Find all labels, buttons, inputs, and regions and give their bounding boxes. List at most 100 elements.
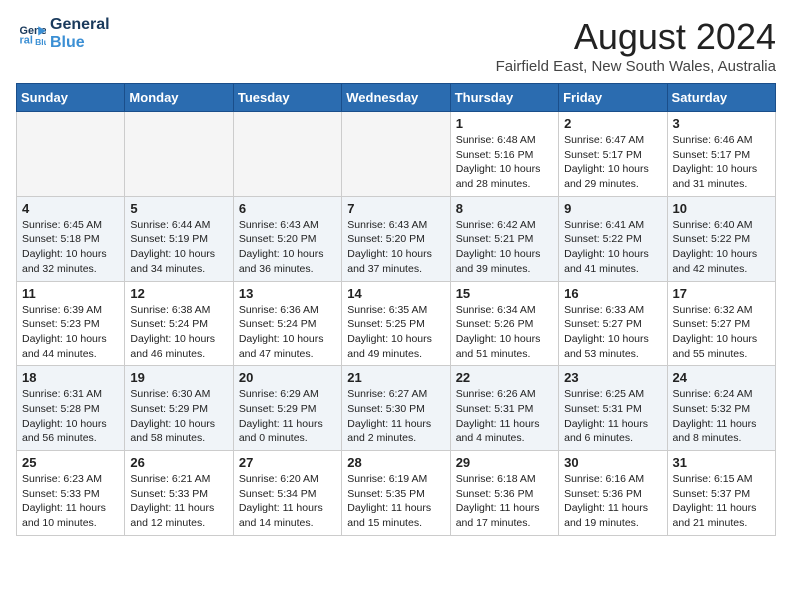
calendar-day-cell: 17Sunrise: 6:32 AM Sunset: 5:27 PM Dayli… xyxy=(667,281,775,366)
day-number: 7 xyxy=(347,201,444,216)
day-number: 23 xyxy=(564,370,661,385)
calendar-day-cell: 24Sunrise: 6:24 AM Sunset: 5:32 PM Dayli… xyxy=(667,366,775,451)
day-number: 13 xyxy=(239,286,336,301)
day-info: Sunrise: 6:46 AM Sunset: 5:17 PM Dayligh… xyxy=(673,133,770,192)
day-number: 30 xyxy=(564,455,661,470)
logo-icon: Gene ral Blue xyxy=(18,20,46,48)
calendar-day-cell: 14Sunrise: 6:35 AM Sunset: 5:25 PM Dayli… xyxy=(342,281,450,366)
day-info: Sunrise: 6:38 AM Sunset: 5:24 PM Dayligh… xyxy=(130,303,227,362)
location: Fairfield East, New South Wales, Austral… xyxy=(496,58,776,75)
calendar-day-cell: 28 Sunrise: 6:19 AM Sunset: 5:35 PM Dayli… xyxy=(342,451,450,536)
day-number: 25 xyxy=(22,455,119,470)
weekday-header-thursday: Thursday xyxy=(450,84,558,112)
calendar-day-cell: 26 Sunrise: 6:21 AM Sunset: 5:33 PM Dayli… xyxy=(125,451,233,536)
day-number: 11 xyxy=(22,286,119,301)
month-year: August 2024 xyxy=(496,16,776,58)
calendar-day-cell: 19Sunrise: 6:30 AM Sunset: 5:29 PM Dayli… xyxy=(125,366,233,451)
calendar-table: SundayMondayTuesdayWednesdayThursdayFrid… xyxy=(16,83,776,536)
day-info: Sunrise: 6:30 AM Sunset: 5:29 PM Dayligh… xyxy=(130,387,227,446)
calendar-day-cell: 15 Sunrise: 6:34 AM Sunset: 5:26 PM Dayli… xyxy=(450,281,558,366)
day-number: 18 xyxy=(22,370,119,385)
day-number: 8 xyxy=(456,201,553,216)
weekday-header-sunday: Sunday xyxy=(17,84,125,112)
day-number: 29 xyxy=(456,455,553,470)
day-number: 27 xyxy=(239,455,336,470)
day-number: 21 xyxy=(347,370,444,385)
calendar-week-row: 11 Sunrise: 6:39 AM Sunset: 5:23 PM Dayli… xyxy=(17,281,776,366)
calendar-week-row: 18 Sunrise: 6:31 AM Sunset: 5:28 PM Dayli… xyxy=(17,366,776,451)
svg-text:Blue: Blue xyxy=(35,36,46,46)
calendar-day-cell xyxy=(233,112,341,197)
day-number: 9 xyxy=(564,201,661,216)
logo-line1: General xyxy=(50,16,110,33)
day-number: 15 xyxy=(456,286,553,301)
day-info: Sunrise: 6:41 AM Sunset: 5:22 PM Dayligh… xyxy=(564,218,661,277)
day-info: Sunrise: 6:36 AM Sunset: 5:24 PM Dayligh… xyxy=(239,303,336,362)
calendar-day-cell: 2 Sunrise: 6:47 AM Sunset: 5:17 PM Daylig… xyxy=(559,112,667,197)
day-number: 24 xyxy=(673,370,770,385)
day-info: Sunrise: 6:47 AM Sunset: 5:17 PM Dayligh… xyxy=(564,133,661,192)
day-number: 16 xyxy=(564,286,661,301)
day-number: 5 xyxy=(130,201,227,216)
day-number: 10 xyxy=(673,201,770,216)
calendar-day-cell: 7Sunrise: 6:43 AM Sunset: 5:20 PM Daylig… xyxy=(342,196,450,281)
day-info: Sunrise: 6:31 AM Sunset: 5:28 PM Dayligh… xyxy=(22,387,119,446)
weekday-header-friday: Friday xyxy=(559,84,667,112)
svg-text:ral: ral xyxy=(20,34,33,46)
calendar-day-cell: 8 Sunrise: 6:42 AM Sunset: 5:21 PM Daylig… xyxy=(450,196,558,281)
calendar-day-cell xyxy=(125,112,233,197)
day-info: Sunrise: 6:29 AM Sunset: 5:29 PM Dayligh… xyxy=(239,387,336,446)
calendar-day-cell: 29 Sunrise: 6:18 AM Sunset: 5:36 PM Dayli… xyxy=(450,451,558,536)
day-info: Sunrise: 6:23 AM Sunset: 5:33 PM Dayligh… xyxy=(22,472,119,531)
calendar-day-cell: 30 Sunrise: 6:16 AM Sunset: 5:36 PM Dayli… xyxy=(559,451,667,536)
weekday-header-wednesday: Wednesday xyxy=(342,84,450,112)
calendar-day-cell: 31Sunrise: 6:15 AM Sunset: 5:37 PM Dayli… xyxy=(667,451,775,536)
day-info: Sunrise: 6:32 AM Sunset: 5:27 PM Dayligh… xyxy=(673,303,770,362)
calendar-day-cell: 3 Sunrise: 6:46 AM Sunset: 5:17 PM Daylig… xyxy=(667,112,775,197)
day-number: 22 xyxy=(456,370,553,385)
day-info: Sunrise: 6:44 AM Sunset: 5:19 PM Dayligh… xyxy=(130,218,227,277)
logo: Gene ral Blue General Blue xyxy=(16,16,110,51)
day-info: Sunrise: 6:33 AM Sunset: 5:27 PM Dayligh… xyxy=(564,303,661,362)
calendar-day-cell: 12 Sunrise: 6:38 AM Sunset: 5:24 PM Dayli… xyxy=(125,281,233,366)
logo-line2: Blue xyxy=(50,34,85,51)
calendar-day-cell: 18 Sunrise: 6:31 AM Sunset: 5:28 PM Dayli… xyxy=(17,366,125,451)
calendar-week-row: 25 Sunrise: 6:23 AM Sunset: 5:33 PM Dayli… xyxy=(17,451,776,536)
day-info: Sunrise: 6:20 AM Sunset: 5:34 PM Dayligh… xyxy=(239,472,336,531)
calendar-day-cell: 23Sunrise: 6:25 AM Sunset: 5:31 PM Dayli… xyxy=(559,366,667,451)
calendar-day-cell: 25 Sunrise: 6:23 AM Sunset: 5:33 PM Dayli… xyxy=(17,451,125,536)
calendar-day-cell xyxy=(17,112,125,197)
weekday-header-monday: Monday xyxy=(125,84,233,112)
calendar-day-cell: 13 Sunrise: 6:36 AM Sunset: 5:24 PM Dayli… xyxy=(233,281,341,366)
day-number: 28 xyxy=(347,455,444,470)
day-number: 2 xyxy=(564,116,661,131)
day-info: Sunrise: 6:45 AM Sunset: 5:18 PM Dayligh… xyxy=(22,218,119,277)
day-info: Sunrise: 6:21 AM Sunset: 5:33 PM Dayligh… xyxy=(130,472,227,531)
weekday-header-row: SundayMondayTuesdayWednesdayThursdayFrid… xyxy=(17,84,776,112)
calendar-day-cell: 21 Sunrise: 6:27 AM Sunset: 5:30 PM Dayli… xyxy=(342,366,450,451)
day-info: Sunrise: 6:18 AM Sunset: 5:36 PM Dayligh… xyxy=(456,472,553,531)
page-header: Gene ral Blue General Blue August 2024 F… xyxy=(16,16,776,75)
weekday-header-tuesday: Tuesday xyxy=(233,84,341,112)
day-info: Sunrise: 6:27 AM Sunset: 5:30 PM Dayligh… xyxy=(347,387,444,446)
calendar-day-cell: 22Sunrise: 6:26 AM Sunset: 5:31 PM Dayli… xyxy=(450,366,558,451)
calendar-week-row: 4Sunrise: 6:45 AM Sunset: 5:18 PM Daylig… xyxy=(17,196,776,281)
day-info: Sunrise: 6:19 AM Sunset: 5:35 PM Dayligh… xyxy=(347,472,444,531)
calendar-day-cell: 20Sunrise: 6:29 AM Sunset: 5:29 PM Dayli… xyxy=(233,366,341,451)
day-info: Sunrise: 6:42 AM Sunset: 5:21 PM Dayligh… xyxy=(456,218,553,277)
day-info: Sunrise: 6:15 AM Sunset: 5:37 PM Dayligh… xyxy=(673,472,770,531)
title-block: August 2024 Fairfield East, New South Wa… xyxy=(496,16,776,75)
day-number: 3 xyxy=(673,116,770,131)
calendar-day-cell: 27 Sunrise: 6:20 AM Sunset: 5:34 PM Dayli… xyxy=(233,451,341,536)
calendar-day-cell: 6Sunrise: 6:43 AM Sunset: 5:20 PM Daylig… xyxy=(233,196,341,281)
weekday-header-saturday: Saturday xyxy=(667,84,775,112)
day-info: Sunrise: 6:34 AM Sunset: 5:26 PM Dayligh… xyxy=(456,303,553,362)
calendar-day-cell: 10Sunrise: 6:40 AM Sunset: 5:22 PM Dayli… xyxy=(667,196,775,281)
day-info: Sunrise: 6:39 AM Sunset: 5:23 PM Dayligh… xyxy=(22,303,119,362)
day-number: 26 xyxy=(130,455,227,470)
calendar-day-cell: 11 Sunrise: 6:39 AM Sunset: 5:23 PM Dayli… xyxy=(17,281,125,366)
calendar-day-cell: 9 Sunrise: 6:41 AM Sunset: 5:22 PM Daylig… xyxy=(559,196,667,281)
day-info: Sunrise: 6:16 AM Sunset: 5:36 PM Dayligh… xyxy=(564,472,661,531)
day-number: 12 xyxy=(130,286,227,301)
day-info: Sunrise: 6:35 AM Sunset: 5:25 PM Dayligh… xyxy=(347,303,444,362)
